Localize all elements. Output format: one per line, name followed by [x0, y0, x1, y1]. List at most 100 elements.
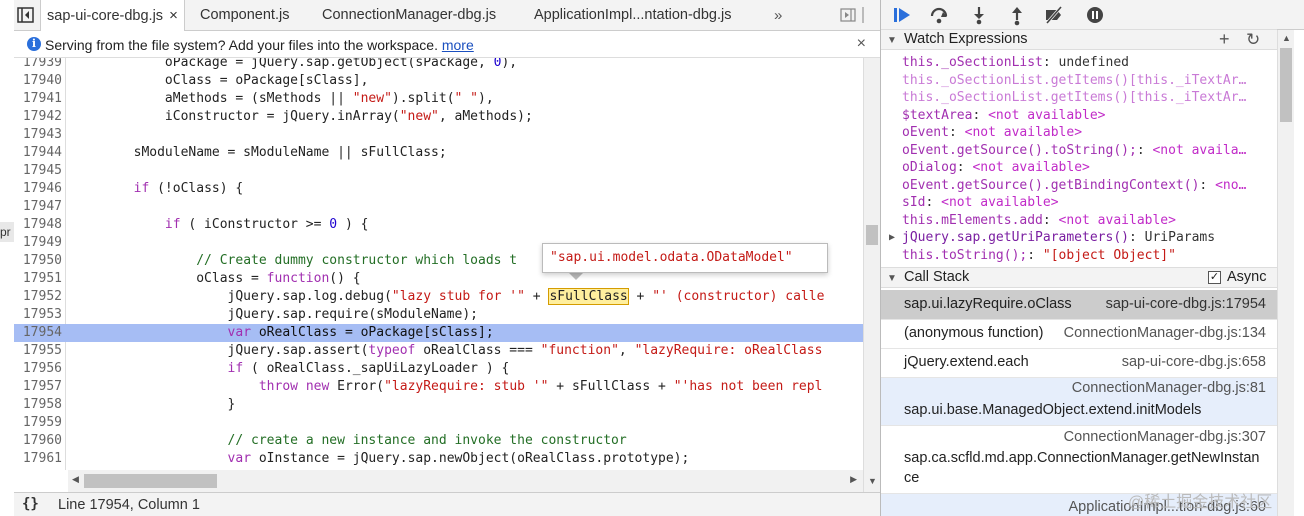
code-line[interactable]: 17943: [14, 126, 863, 144]
line-number[interactable]: 17957: [14, 378, 62, 396]
line-number[interactable]: 17956: [14, 360, 62, 378]
more-link[interactable]: more: [442, 37, 474, 53]
expand-triangle-icon[interactable]: ▶: [889, 229, 895, 247]
step-over-icon[interactable]: [928, 4, 950, 26]
current-execution-line[interactable]: 17954 var oRealClass = oPackage[sClass];: [14, 324, 863, 342]
line-number[interactable]: 17941: [14, 90, 62, 108]
tab-connection-manager[interactable]: ConnectionManager-dbg.js: [322, 0, 496, 31]
call-frame[interactable]: sap.ui.base.ManagedObject.extend.initMod…: [881, 378, 1277, 426]
line-number[interactable]: 17944: [14, 144, 62, 162]
refresh-watch-icon[interactable]: ↻: [1246, 30, 1260, 50]
line-number[interactable]: 17953: [14, 306, 62, 324]
line-number[interactable]: 17940: [14, 72, 62, 90]
scroll-right-icon[interactable]: ▶: [850, 474, 857, 485]
code-line[interactable]: 17957 throw new Error("lazyRequire: stub…: [14, 378, 863, 396]
code-line[interactable]: 17961 var oInstance = jQuery.sap.newObje…: [14, 450, 863, 468]
code-line[interactable]: 17948 if ( iConstructor >= 0 ) {: [14, 216, 863, 234]
code-line[interactable]: 17946 if (!oClass) {: [14, 180, 863, 198]
watch-expression-item[interactable]: this._oSectionList.getItems()[this._iTex…: [881, 72, 1277, 90]
code-line[interactable]: 17959: [14, 414, 863, 432]
line-number[interactable]: 17939: [14, 58, 62, 72]
line-number[interactable]: 17961: [14, 450, 62, 468]
watch-expression-item[interactable]: $textArea: <not available>: [881, 107, 1277, 125]
line-number[interactable]: 17955: [14, 342, 62, 360]
line-number[interactable]: 17943: [14, 126, 62, 144]
line-number[interactable]: 17945: [14, 162, 62, 180]
line-number[interactable]: 17954: [14, 324, 62, 342]
watch-expression-item[interactable]: oEvent.getSource().getBindingContext(): …: [881, 177, 1277, 195]
code-line[interactable]: 17939 oPackage = jQuery.sap.getObject(sP…: [14, 58, 863, 72]
collapse-triangle-icon[interactable]: ▼: [887, 273, 897, 284]
tab-sap-ui-core-dbg[interactable]: sap-ui-core-dbg.js ×: [40, 0, 185, 32]
collapsed-panel-edge[interactable]: pr: [0, 222, 14, 242]
watch-expression-item[interactable]: oDialog: <not available>: [881, 159, 1277, 177]
call-frame[interactable]: (anonymous function) ConnectionManager-db…: [881, 320, 1277, 349]
code-line[interactable]: 17960 // create a new instance and invok…: [14, 432, 863, 450]
watch-expression-item[interactable]: oEvent: <not available>: [881, 124, 1277, 142]
frame-location-link[interactable]: ConnectionManager-dbg.js:81: [1072, 380, 1266, 396]
call-frame[interactable]: jQuery.extend.each sap-ui-core-dbg.js:658: [881, 349, 1277, 378]
watch-expression-item[interactable]: this._oSectionList.getItems()[this._iTex…: [881, 89, 1277, 107]
close-infobar-icon[interactable]: ×: [857, 35, 866, 53]
scroll-thumb[interactable]: [866, 225, 878, 245]
watch-expression-item[interactable]: ▶ jQuery.sap.getUriParameters(): UriParam…: [881, 229, 1277, 247]
frame-location-link[interactable]: sap-ui-core-dbg.js:17954: [1106, 296, 1266, 312]
code-line[interactable]: 17944 sModuleName = sModuleName || sFull…: [14, 144, 863, 162]
watch-expression-item[interactable]: oEvent.getSource().toString();: <not ava…: [881, 142, 1277, 160]
editor-vertical-scrollbar[interactable]: ▼: [863, 58, 880, 492]
call-stack-header[interactable]: ▼ Call Stack ✓ Async: [881, 267, 1277, 288]
watch-expression-item[interactable]: this.mElements.add: <not available>: [881, 212, 1277, 230]
close-tab-icon[interactable]: ×: [169, 0, 178, 31]
watch-expression-item[interactable]: this._oSectionList: undefined: [881, 54, 1277, 72]
line-number[interactable]: 17952: [14, 288, 62, 306]
line-number[interactable]: 17949: [14, 234, 62, 252]
code-line[interactable]: 17953 jQuery.sap.require(sModuleName);: [14, 306, 863, 324]
sidebar-vertical-scrollbar[interactable]: ▲: [1277, 30, 1294, 516]
add-watch-icon[interactable]: +: [1219, 29, 1230, 50]
code-line[interactable]: 17947: [14, 198, 863, 216]
line-number[interactable]: 17959: [14, 414, 62, 432]
line-number[interactable]: 17951: [14, 270, 62, 288]
line-number[interactable]: 17950: [14, 252, 62, 270]
resume-icon[interactable]: [891, 4, 913, 26]
async-checkbox[interactable]: ✓: [1208, 271, 1221, 284]
code-line[interactable]: 17955 jQuery.sap.assert(typeof oRealClas…: [14, 342, 863, 360]
watch-expression-item[interactable]: sId: <not available>: [881, 194, 1277, 212]
line-number[interactable]: 17947: [14, 198, 62, 216]
frame-location-link[interactable]: sap-ui-core-dbg.js:658: [1122, 354, 1266, 370]
step-into-icon[interactable]: [968, 4, 990, 26]
toggle-navigator-icon[interactable]: [16, 5, 36, 25]
scroll-thumb[interactable]: [84, 474, 217, 488]
line-number[interactable]: 17958: [14, 396, 62, 414]
pretty-print-button[interactable]: {}: [22, 496, 39, 512]
code-line[interactable]: 17940 oClass = oPackage[sClass],: [14, 72, 863, 90]
pause-on-exceptions-icon[interactable]: [1084, 4, 1106, 26]
code-line[interactable]: 17942 iConstructor = jQuery.inArray("new…: [14, 108, 863, 126]
scroll-up-icon[interactable]: ▲: [1282, 33, 1291, 43]
code-line[interactable]: 17945: [14, 162, 863, 180]
code-line[interactable]: 17956 if ( oRealClass._sapUiLazyLoader )…: [14, 360, 863, 378]
line-number[interactable]: 17962: [14, 468, 62, 470]
tab-component[interactable]: Component.js: [200, 0, 289, 31]
toggle-debugger-icon[interactable]: [840, 7, 856, 23]
editor-horizontal-scrollbar[interactable]: ◀ ▶: [68, 470, 863, 492]
watch-expression-item[interactable]: this.toString();: "[object Object]": [881, 247, 1277, 265]
tab-application-impl[interactable]: ApplicationImpl...ntation-dbg.js: [534, 0, 731, 31]
watch-expressions-header[interactable]: ▼ Watch Expressions + ↻: [881, 29, 1277, 50]
call-frame[interactable]: sap.ca.scfld.md.app.ConnectionManager.ge…: [881, 426, 1277, 494]
code-line[interactable]: 17958 }: [14, 396, 863, 414]
code-line[interactable]: 17952 jQuery.sap.log.debug("lazy stub fo…: [14, 288, 863, 306]
deactivate-breakpoints-icon[interactable]: [1043, 4, 1065, 26]
collapse-triangle-icon[interactable]: ▼: [887, 35, 897, 46]
step-out-icon[interactable]: [1006, 4, 1028, 26]
line-number[interactable]: 17942: [14, 108, 62, 126]
scroll-left-icon[interactable]: ◀: [72, 474, 79, 485]
frame-location-link[interactable]: ConnectionManager-dbg.js:134: [1064, 325, 1266, 341]
call-frame[interactable]: sap.ui.lazyRequire.oClass sap-ui-core-dbg…: [881, 290, 1277, 320]
code-line[interactable]: 17941 aMethods = (sMethods || "new").spl…: [14, 90, 863, 108]
line-number[interactable]: 17946: [14, 180, 62, 198]
scroll-down-icon[interactable]: ▼: [868, 476, 877, 486]
frame-location-link[interactable]: ConnectionManager-dbg.js:307: [1064, 429, 1266, 445]
line-number[interactable]: 17960: [14, 432, 62, 450]
scroll-thumb[interactable]: [1280, 48, 1292, 122]
